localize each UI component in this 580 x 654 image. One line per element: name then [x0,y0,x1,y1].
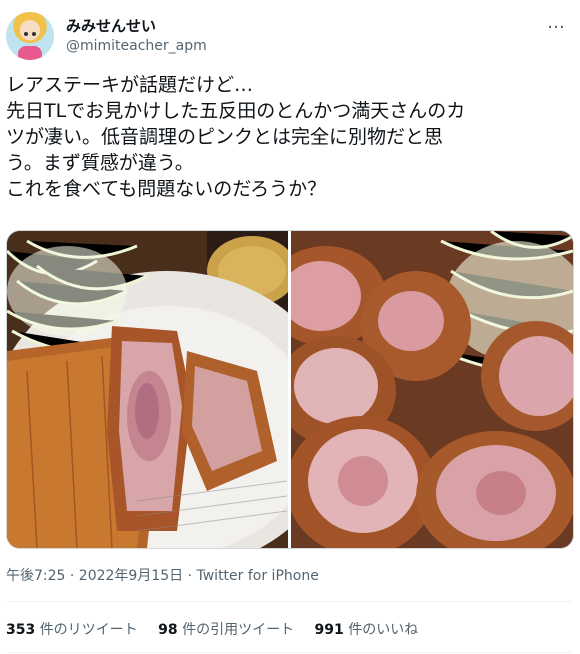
author-display-name[interactable]: みみせんせい [66,15,156,36]
tweet-text-line: ツが凄い。低音調理のピンクとは完全に別物だと思 [6,126,444,148]
tweet-text: レアステーキが話題だけど… 先日TLでお見かけした五反田のとんかつ満天さんのカ … [6,72,571,202]
photo-tonkatsu-closeup-graphic [291,231,573,548]
retweets-count: 353 [6,622,36,638]
divider [6,652,572,653]
likes-label: 件のいいね [348,622,419,638]
tweet-text-line: 先日TLでお見かけした五反田のとんかつ満天さんのカ [6,100,466,122]
quotes-stat[interactable]: 98 件の引用ツイート [158,622,294,638]
photo-tonkatsu-plate-graphic [7,231,288,548]
avatar-eye [24,32,28,36]
more-options-icon[interactable]: … [547,12,566,33]
media-grid [6,230,574,549]
likes-count: 991 [314,622,344,638]
retweets-label: 件のリツイート [39,622,138,638]
avatar-eye [32,32,36,36]
tweet-card: みみせんせい @mimiteacher_apm … レアステーキが話題だけど… … [0,0,580,654]
tweet-timestamp[interactable]: 午後7:25 · 2022年9月15日 · Twitter for iPhone [6,565,319,585]
quotes-label: 件の引用ツイート [182,622,295,638]
avatar-body [18,46,42,60]
photo-tonkatsu-plate[interactable] [7,231,288,548]
retweets-stat[interactable]: 353 件のリツイート [6,622,138,638]
tweet-text-line: これを食べても問題ないのだろうか？ [6,178,327,200]
avatar[interactable] [6,12,54,60]
engagement-stats: 353 件のリツイート 98 件の引用ツイート 991 件のいいね [6,619,434,639]
divider [6,601,572,602]
author-handle[interactable]: @mimiteacher_apm [66,38,207,54]
quotes-count: 98 [158,622,178,638]
tweet-text-line: レアステーキが話題だけど… [6,74,254,96]
tweet-text-line: う。まず質感が違う。 [6,152,194,174]
likes-stat[interactable]: 991 件のいいね [315,622,419,638]
photo-tonkatsu-closeup[interactable] [291,231,573,548]
